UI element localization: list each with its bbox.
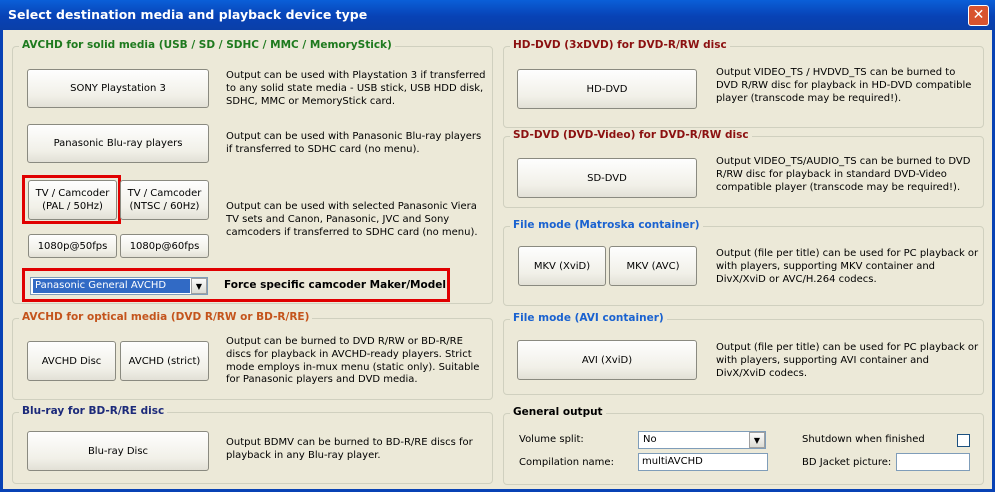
- matroska-description: Output (file per title) can be used for …: [716, 248, 979, 285]
- group-title: AVCHD for optical media (DVD R/RW or BD-…: [19, 311, 313, 323]
- title-bar: Select destination media and playback de…: [0, 0, 995, 30]
- sddvd-description: Output VIDEO_TS/AUDIO_TS can be burned t…: [716, 156, 971, 193]
- tv-ntsc-line2: (NTSC / 60Hz): [129, 201, 200, 212]
- shutdown-checkbox[interactable]: [957, 434, 970, 447]
- avchd-optical-description: Output can be burned to DVD R/RW or BD-R…: [226, 336, 480, 386]
- tv-ntsc-button[interactable]: TV / Camcoder (NTSC / 60Hz): [120, 180, 209, 220]
- close-button[interactable]: ✕: [968, 5, 989, 26]
- bluray-description: Output BDMV can be burned to BD-R/RE dis…: [226, 437, 473, 461]
- avi-description: Output (file per title) can be used for …: [716, 342, 979, 379]
- ps3-button[interactable]: SONY Playstation 3: [27, 69, 209, 108]
- group-title: AVCHD for solid media (USB / SD / SDHC /…: [19, 39, 395, 51]
- tv-description: Output can be used with selected Panason…: [226, 201, 478, 238]
- 1080p50-button[interactable]: 1080p@50fps: [28, 234, 117, 258]
- highlight-box-maker: [22, 268, 450, 302]
- mkv-xvid-button[interactable]: MKV (XviD): [518, 246, 606, 286]
- panasonic-bluray-button[interactable]: Panasonic Blu-ray players: [27, 124, 209, 163]
- group-title: HD-DVD (3xDVD) for DVD-R/RW disc: [510, 39, 730, 51]
- 1080p60-button[interactable]: 1080p@60fps: [120, 234, 209, 258]
- volume-split-value: No: [643, 434, 657, 445]
- window-title: Select destination media and playback de…: [8, 7, 368, 22]
- group-title: General output: [510, 406, 606, 418]
- bluray-disc-button[interactable]: Blu-ray Disc: [27, 431, 209, 471]
- avchd-disc-button[interactable]: AVCHD Disc: [27, 341, 116, 381]
- chevron-down-icon[interactable]: ▼: [749, 432, 765, 448]
- group-title: Blu-ray for BD-R/RE disc: [19, 405, 168, 417]
- group-title: SD-DVD (DVD-Video) for DVD-R/RW disc: [510, 129, 752, 141]
- group-title: File mode (Matroska container): [510, 219, 703, 231]
- group-title: File mode (AVI container): [510, 312, 667, 324]
- hddvd-button[interactable]: HD-DVD: [517, 69, 697, 109]
- mkv-avc-button[interactable]: MKV (AVC): [609, 246, 697, 286]
- avchd-strict-button[interactable]: AVCHD (strict): [120, 341, 209, 381]
- hddvd-description: Output VIDEO_TS / HVDVD_TS can be burned…: [716, 67, 972, 104]
- panasonic-bluray-description: Output can be used with Panasonic Blu-ra…: [226, 131, 482, 155]
- sddvd-button[interactable]: SD-DVD: [517, 158, 697, 198]
- group-general-output: General output: [503, 406, 984, 485]
- ps3-description: Output can be used with Playstation 3 if…: [226, 70, 486, 107]
- volume-split-label: Volume split:: [519, 434, 584, 445]
- avi-xvid-button[interactable]: AVI (XviD): [517, 340, 697, 380]
- tv-ntsc-line1: TV / Camcoder: [127, 188, 202, 199]
- compilation-name-input[interactable]: multiAVCHD: [638, 453, 768, 471]
- volume-split-select[interactable]: No ▼: [638, 431, 766, 449]
- bd-jacket-input[interactable]: [896, 453, 970, 471]
- compilation-name-label: Compilation name:: [519, 457, 614, 468]
- bd-jacket-label: BD Jacket picture:: [802, 457, 892, 468]
- shutdown-label: Shutdown when finished: [802, 434, 925, 445]
- highlight-box-tv-pal: [22, 175, 121, 224]
